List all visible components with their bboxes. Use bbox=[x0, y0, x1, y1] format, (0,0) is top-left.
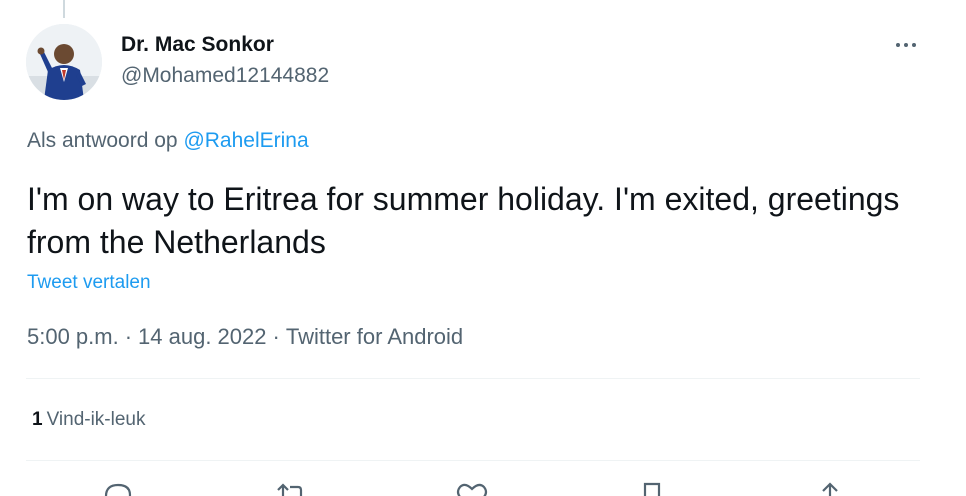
tweet-time[interactable]: 5:00 p.m. bbox=[27, 324, 119, 349]
tweet-source[interactable]: Twitter for Android bbox=[286, 324, 463, 349]
share-icon bbox=[822, 482, 838, 496]
avatar[interactable] bbox=[26, 24, 102, 100]
likes-stat[interactable]: 1 Vind-ik-leuk bbox=[32, 407, 146, 433]
avatar-image bbox=[26, 24, 102, 100]
like-button[interactable] bbox=[452, 476, 492, 496]
meta-separator: · bbox=[272, 324, 280, 349]
more-dot-icon bbox=[904, 43, 908, 47]
tweet-card: Dr. Mac Sonkor @Mohamed12144882 Als antw… bbox=[0, 0, 966, 496]
more-dot-icon bbox=[896, 43, 900, 47]
author-handle[interactable]: @Mohamed12144882 bbox=[121, 62, 329, 90]
divider bbox=[26, 460, 920, 461]
more-options-button[interactable] bbox=[888, 30, 924, 60]
bookmark-icon bbox=[643, 482, 661, 496]
action-bar bbox=[26, 476, 920, 496]
reply-button[interactable] bbox=[98, 476, 138, 496]
likes-label: Vind-ik-leuk bbox=[46, 409, 146, 430]
heart-icon bbox=[456, 483, 488, 496]
reply-context-prefix: Als antwoord op bbox=[27, 129, 178, 152]
reply-context: Als antwoord op @RahelErina bbox=[27, 127, 309, 155]
thread-connector-line bbox=[63, 0, 65, 18]
retweet-icon bbox=[277, 483, 303, 496]
reply-icon bbox=[104, 483, 132, 496]
translate-tweet-link[interactable]: Tweet vertalen bbox=[27, 270, 151, 296]
share-button[interactable] bbox=[810, 476, 850, 496]
likes-count: 1 bbox=[32, 409, 43, 430]
meta-separator: · bbox=[124, 324, 133, 349]
reply-mention-link[interactable]: @RahelErina bbox=[183, 129, 308, 152]
tweet-meta: 5:00 p.m. · 14 aug. 2022 · Twitter for Andro… bbox=[27, 322, 463, 352]
tweet-text: I'm on way to Eritrea for summer holiday… bbox=[27, 181, 900, 260]
divider bbox=[26, 378, 920, 379]
bookmark-button[interactable] bbox=[632, 476, 672, 496]
retweet-button[interactable] bbox=[272, 476, 312, 496]
author-name[interactable]: Dr. Mac Sonkor bbox=[121, 31, 274, 59]
more-dot-icon bbox=[912, 43, 916, 47]
tweet-date[interactable]: 14 aug. 2022 bbox=[138, 324, 266, 349]
